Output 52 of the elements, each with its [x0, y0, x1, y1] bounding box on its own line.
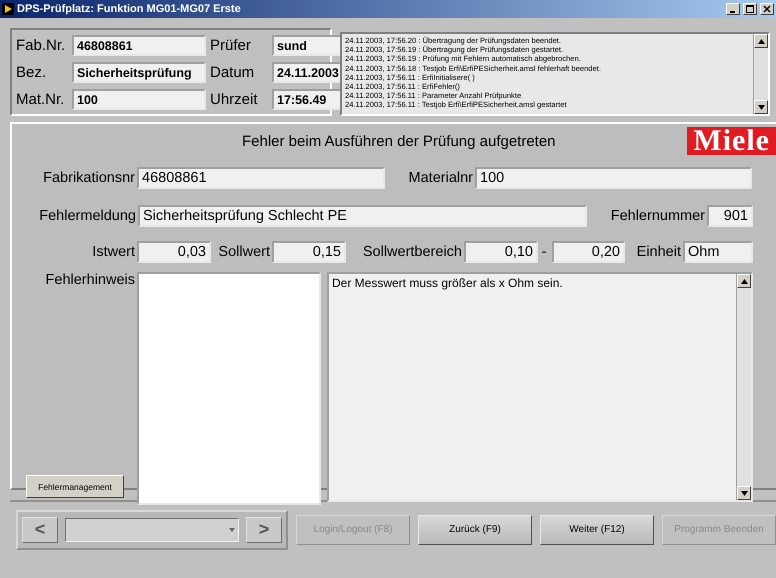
- window-title: DPS-Prüfplatz: Funktion MG01-MG07 Erste: [17, 3, 242, 15]
- input-field[interactable]: Sicherheitsprüfung Schlecht PE: [138, 205, 587, 227]
- field-label: Mat.Nr.: [16, 90, 66, 108]
- error-management-button[interactable]: Fehlermanagement: [26, 475, 124, 498]
- input-field[interactable]: 100: [475, 167, 752, 189]
- field-label: Materialnr: [408, 170, 474, 186]
- input-field[interactable]: Ohm: [683, 241, 753, 263]
- input-field[interactable]: 0,15: [272, 241, 346, 263]
- input-field[interactable]: 0,10: [464, 241, 538, 263]
- action-button[interactable]: Zurück (F9): [418, 514, 532, 544]
- scrollbar[interactable]: [736, 274, 751, 500]
- value-field: 24.11.2003: [272, 62, 342, 82]
- input-field[interactable]: 0,03: [137, 241, 211, 263]
- field-label: Sollwert: [217, 244, 271, 260]
- field-label: Bez.: [16, 64, 48, 80]
- field-label: Datum: [210, 64, 256, 80]
- maximize-icon[interactable]: [743, 3, 757, 15]
- field-label: Fehlerhinweis: [44, 272, 136, 288]
- scroll-up-icon[interactable]: [754, 34, 768, 48]
- dropdown-field[interactable]: [65, 518, 239, 542]
- value-field: Sicherheitsprüfung: [72, 62, 206, 82]
- field-label: Einheit: [636, 244, 682, 260]
- field-label: Fabrikationsnr: [42, 170, 136, 186]
- value-field: 100: [72, 88, 206, 110]
- field-label: Istwert: [91, 244, 136, 260]
- field-label: Sollwertbereich: [362, 244, 463, 260]
- input-field[interactable]: 901: [707, 205, 753, 227]
- app-icon: [2, 3, 14, 15]
- value-field: 46808861: [72, 34, 206, 56]
- value-field: 17:56.49: [272, 88, 342, 110]
- scroll-down-icon[interactable]: [737, 486, 751, 500]
- value-field: sund: [272, 34, 342, 56]
- scrollbar[interactable]: [753, 34, 768, 114]
- field-label: Prüfer: [210, 36, 252, 54]
- input-field[interactable]: 0,20: [552, 241, 625, 263]
- next-button[interactable]: >: [246, 516, 282, 542]
- scroll-down-icon[interactable]: [754, 100, 768, 114]
- caret-icon: [229, 528, 235, 532]
- field-label: Fehlermeldung: [38, 208, 137, 224]
- minimize-icon[interactable]: [726, 3, 740, 15]
- error-hint-text: Der Messwert muss größer als x Ohm sein.: [331, 275, 564, 292]
- brand-logo: Miele: [687, 127, 776, 155]
- range-separator: -: [540, 244, 548, 260]
- previous-button[interactable]: <: [22, 516, 58, 542]
- field-label: Fehlernummer: [610, 208, 706, 224]
- error-heading: Fehler beim Ausführen der Prüfung aufgetreten: [242, 132, 556, 150]
- input-field[interactable]: 46808861: [137, 167, 385, 189]
- scroll-up-icon[interactable]: [737, 274, 751, 288]
- field-label: Uhrzeit: [210, 90, 259, 108]
- action-button[interactable]: Weiter (F12): [540, 514, 654, 544]
- close-icon[interactable]: [760, 3, 774, 15]
- field-label: Fab.Nr.: [16, 36, 66, 54]
